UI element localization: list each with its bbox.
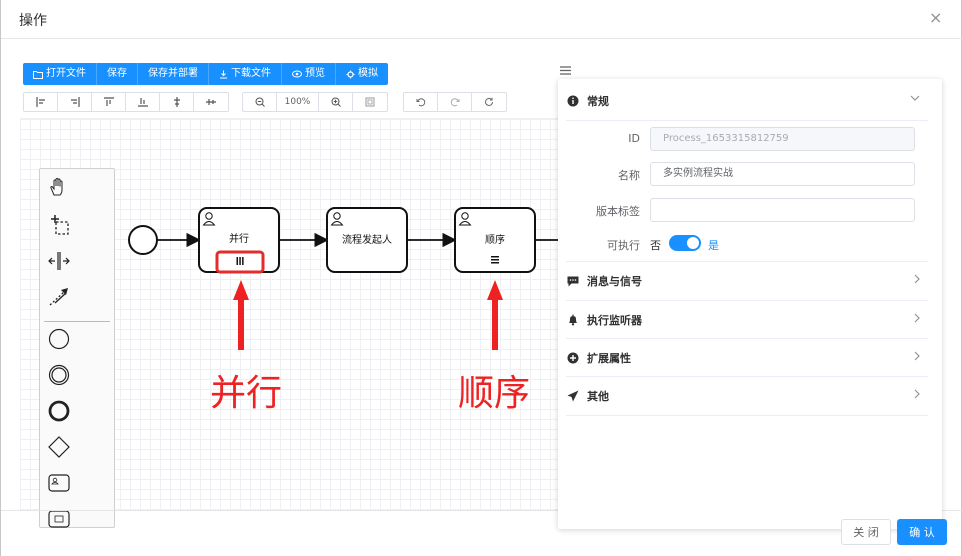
- hand-tool-icon[interactable]: [40, 171, 116, 203]
- palette-separator: [44, 321, 110, 322]
- info-icon: [566, 94, 580, 108]
- properties-panel: 常规 ID Process_1653315812759 名称 多实例流程实战 版…: [558, 79, 942, 529]
- section-general-title: 常规: [587, 95, 609, 108]
- task-parallel-label: 并行: [229, 232, 249, 245]
- user-task-tool-icon[interactable]: [40, 467, 116, 499]
- version-tag-label: 版本标签: [596, 205, 640, 218]
- confirm-button[interactable]: 确 认: [897, 519, 947, 545]
- lasso-tool-icon[interactable]: [40, 209, 116, 241]
- id-field[interactable]: Process_1653315812759: [650, 127, 915, 151]
- message-icon: [566, 274, 580, 288]
- annotation-sequential: 顺序: [458, 373, 531, 414]
- name-label: 名称: [618, 169, 640, 182]
- task-initiator-label: 流程发起人: [342, 233, 392, 246]
- close-icon[interactable]: ×: [929, 8, 942, 28]
- id-label: ID: [628, 132, 640, 145]
- bell-icon: [566, 313, 580, 327]
- section-execution-listener[interactable]: 执行监听器: [566, 301, 926, 339]
- chevron-down-icon: [910, 92, 920, 105]
- annotation-parallel: 并行: [210, 373, 283, 414]
- chevron-right-icon: [914, 274, 920, 287]
- section-other-title: 其他: [587, 390, 609, 403]
- section-extension-properties[interactable]: 扩展属性: [566, 339, 926, 377]
- cancel-button[interactable]: 关 闭: [841, 519, 891, 545]
- chevron-right-icon: [914, 313, 920, 326]
- section-execution-listener-title: 执行监听器: [587, 314, 642, 327]
- operation-dialog: 操作 × 打开文件 保存 保存并部署 下载文件 预览 模拟 100% 并行 流程…: [0, 0, 962, 556]
- chevron-right-icon: [914, 351, 920, 364]
- plus-circle-icon: [566, 351, 580, 365]
- section-divider: [566, 415, 928, 416]
- space-tool-icon[interactable]: [40, 245, 116, 277]
- task-tool-icon[interactable]: [40, 503, 116, 535]
- chevron-right-icon: [914, 389, 920, 402]
- section-other[interactable]: 其他: [566, 377, 926, 415]
- executable-no-label: 否: [650, 239, 661, 252]
- red-arrow-sequential: [487, 280, 503, 350]
- section-extension-properties-title: 扩展属性: [587, 352, 631, 365]
- connect-tool-icon[interactable]: [40, 281, 116, 313]
- section-divider: [566, 120, 928, 121]
- executable-yes-label: 是: [708, 239, 719, 252]
- section-message-signal-title: 消息与信号: [587, 275, 642, 288]
- start-event-tool-icon[interactable]: [40, 323, 116, 355]
- name-field[interactable]: 多实例流程实战: [650, 162, 915, 186]
- sequential-marker-icon: [491, 256, 499, 264]
- version-tag-field[interactable]: [650, 198, 915, 222]
- red-arrow-parallel: [233, 280, 249, 350]
- gateway-tool-icon[interactable]: [40, 431, 116, 463]
- executable-label: 可执行: [607, 239, 640, 252]
- end-event-tool-icon[interactable]: [40, 395, 116, 427]
- executable-toggle[interactable]: [669, 235, 701, 251]
- send-icon: [566, 389, 580, 403]
- section-general[interactable]: 常规: [566, 82, 926, 120]
- intermediate-event-tool-icon[interactable]: [40, 359, 116, 391]
- tool-palette: [39, 168, 115, 528]
- section-message-signal[interactable]: 消息与信号: [566, 262, 926, 300]
- panel-menu-icon[interactable]: [560, 64, 571, 78]
- task-sequential-label: 顺序: [485, 233, 505, 246]
- start-event[interactable]: [128, 225, 158, 255]
